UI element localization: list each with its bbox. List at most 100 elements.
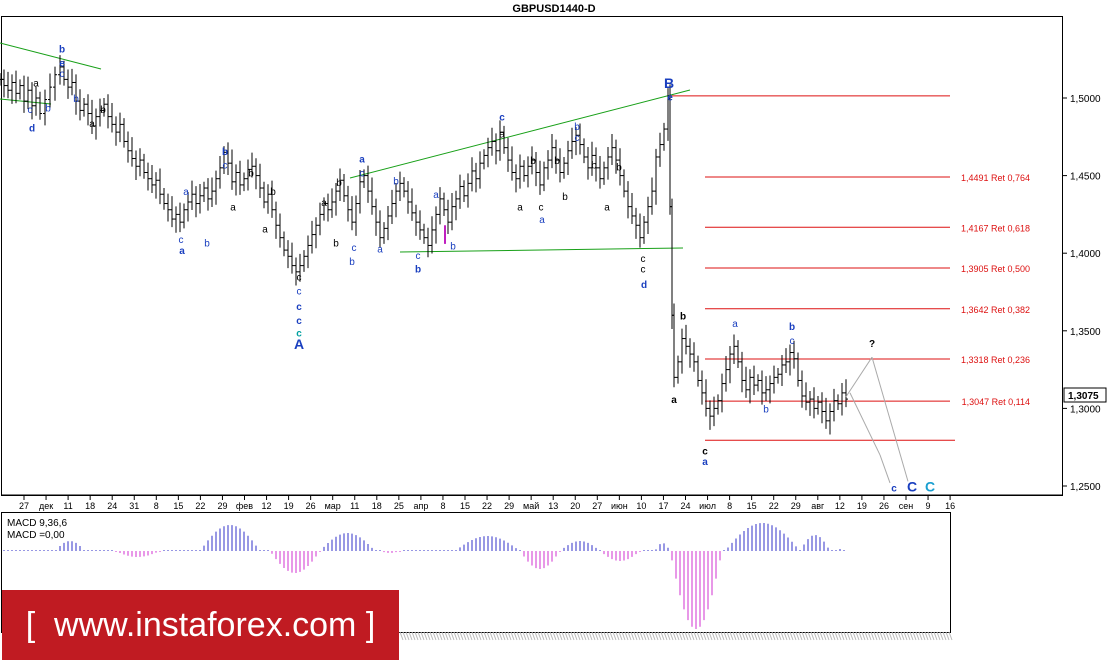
wave-label: c [297, 272, 302, 283]
x-tick-label: 22 [482, 501, 492, 511]
wave-label: a [499, 130, 505, 141]
x-tick-label: 24 [107, 501, 117, 511]
wave-label: b [789, 322, 795, 333]
x-tick-label: 10 [636, 501, 646, 511]
y-tick-label: 1,5000 [1070, 94, 1101, 105]
x-tick-label: июн [611, 501, 628, 511]
x-tick-label: 19 [284, 501, 294, 511]
wave-label: b [562, 192, 568, 203]
wave-label: c [223, 161, 228, 172]
wave-label: a [321, 198, 327, 209]
wave-label: b [574, 122, 580, 133]
wave-label: b [248, 168, 254, 179]
wave-label: a [732, 319, 738, 330]
wave-label: a [359, 155, 365, 166]
wave-label: b [349, 257, 355, 268]
x-tick-label: 29 [504, 501, 514, 511]
wave-label: b [333, 238, 339, 249]
wave-label: c [499, 113, 505, 124]
x-tick-label: 29 [217, 501, 227, 511]
wave-label: c [641, 265, 646, 276]
x-tick-label: 15 [173, 501, 183, 511]
fib-level-label: 1,4167 Ret 0,618 [961, 223, 1030, 233]
wave-label: C [907, 479, 917, 495]
wave-label: b [222, 147, 228, 158]
x-tick-label: сен [899, 501, 914, 511]
x-tick-label: 12 [835, 501, 845, 511]
x-tick-label: 12 [262, 501, 272, 511]
wave-label: e [667, 92, 673, 103]
x-tick-label: 27 [19, 501, 29, 511]
wave-label: d [29, 123, 35, 134]
wave-label: C [925, 479, 935, 495]
x-tick-label: 16 [945, 501, 955, 511]
wave-label: A [294, 336, 304, 352]
x-tick-label: 19 [857, 501, 867, 511]
wave-label: c [352, 243, 357, 254]
x-tick-label: 9 [926, 501, 931, 511]
wave-label: a [377, 245, 383, 256]
x-tick-label: июл [699, 501, 716, 511]
instaforex-banner[interactable]: [ www.instaforex.com ] [2, 590, 399, 660]
wave-label: c [360, 168, 365, 179]
wave-label: b [270, 187, 276, 198]
wave-label: B [664, 75, 674, 91]
fib-level-label: 1,3318 Ret 0,236 [961, 355, 1030, 365]
x-tick-label: 11 [350, 501, 359, 511]
x-tick-label: 22 [195, 501, 205, 511]
wave-label: a [604, 203, 610, 214]
y-tick-label: 1,4000 [1070, 249, 1101, 260]
current-price-label: 1,3075 [1068, 391, 1099, 402]
fib-level-label: 1,3047 Ret 0,114 [962, 397, 1030, 407]
wave-label: e [59, 58, 65, 69]
x-tick-label: 24 [680, 501, 690, 511]
current-price-marker: 1,3075 [1063, 387, 1107, 403]
x-tick-label: 15 [747, 501, 757, 511]
x-tick-label: 17 [658, 501, 668, 511]
y-tick-label: 1,2500 [1070, 482, 1101, 493]
x-tick-label: 26 [879, 501, 889, 511]
x-tick-label: 8 [154, 501, 159, 511]
wave-label: a [433, 190, 439, 201]
wave-label: c [702, 446, 708, 457]
x-tick-label: мар [325, 501, 341, 511]
fib-level-label: 1,4491 Ret 0,764 [961, 173, 1030, 183]
x-tick-label: 8 [727, 501, 732, 511]
x-tick-label: 27 [592, 501, 602, 511]
wave-label: a [89, 119, 95, 130]
wave-label: a [33, 78, 39, 89]
wave-label: a [671, 395, 677, 406]
macd-label-value: MACD =0,00 [7, 530, 65, 541]
wave-label: c [790, 336, 795, 347]
x-tick-label: дек [39, 501, 53, 511]
wave-label: c [539, 203, 544, 214]
wave-label: a [183, 187, 189, 198]
chart-title: GBPUSD1440-D [512, 3, 595, 15]
wave-label: a [517, 203, 523, 214]
wave-label: c [416, 251, 421, 262]
x-tick-label: 18 [372, 501, 382, 511]
x-tick-label: 20 [570, 501, 580, 511]
x-tick-label: 15 [460, 501, 470, 511]
x-tick-label: авг [811, 501, 825, 511]
price-chart: GBPUSD1440-D 1,4491 Ret 0,764 1,4167 Ret … [0, 0, 1108, 662]
fib-level-label: 1,3642 Ret 0,382 [961, 305, 1030, 315]
wave-label: c [575, 133, 580, 144]
wave-label: a [179, 246, 185, 257]
wave-label: b [59, 44, 65, 55]
wave-label: b [415, 265, 421, 276]
wave-label: b [393, 176, 399, 187]
wave-label: c [296, 316, 302, 327]
chart-background [0, 0, 1108, 662]
macd-label-params: MACD 9,36,6 [7, 518, 67, 529]
wave-label: b [73, 94, 79, 105]
x-tick-label: фев [236, 501, 253, 511]
x-tick-label: 25 [394, 501, 404, 511]
x-tick-label: 29 [791, 501, 801, 511]
wave-label: ? [869, 339, 875, 350]
wave-label: c [28, 105, 33, 116]
wave-label: b [763, 404, 769, 415]
x-tick-label: апр [413, 501, 428, 511]
wave-label: b [100, 105, 106, 116]
x-tick-label: 8 [440, 501, 445, 511]
